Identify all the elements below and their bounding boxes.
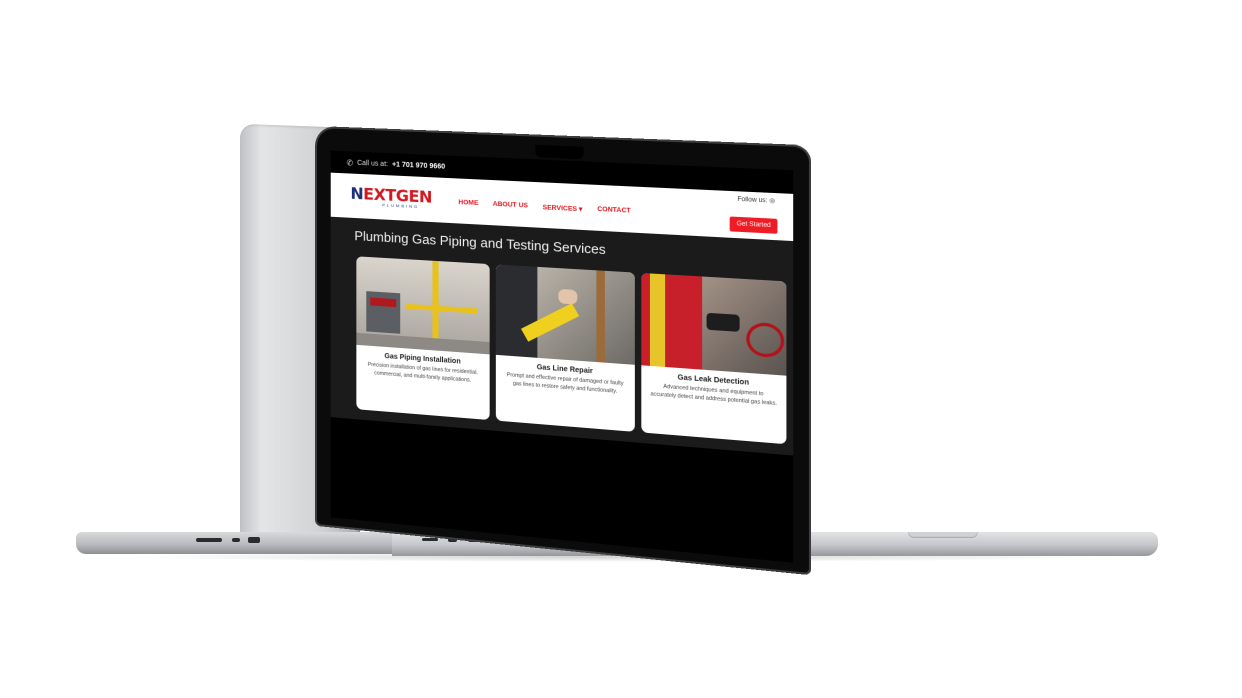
instagram-icon[interactable]: ◎ — [769, 198, 775, 205]
port-icon — [448, 538, 457, 542]
back-laptop-base — [76, 532, 406, 554]
port-icon — [248, 537, 260, 543]
get-started-button[interactable]: Get Started — [729, 216, 778, 234]
laptop-mockup-scene: ✆ Call us at: +1 701 970 9660 NEXTGEN PL… — [0, 0, 1242, 698]
nav-item-contact[interactable]: CONTACT — [597, 206, 630, 216]
follow-us: Follow us: ◎ — [737, 196, 775, 205]
front-laptop-screen: ✆ Call us at: +1 701 970 9660 NEXTGEN PL… — [317, 128, 809, 573]
service-card[interactable]: Gas Piping Installation Precision instal… — [356, 256, 490, 421]
gas-leak-detection-photo — [641, 272, 787, 376]
service-card[interactable]: Gas Line Repair Prompt and effective rep… — [495, 264, 635, 432]
services-hero: Plumbing Gas Piping and Testing Services… — [330, 216, 794, 456]
port-icon — [422, 538, 438, 541]
nav-item-services[interactable]: SERVICES ▾ — [543, 203, 583, 213]
nav-menu: HOME ABOUT US SERVICES ▾ CONTACT — [458, 199, 630, 216]
camera-notch — [535, 144, 584, 160]
phone-icon: ✆ — [346, 157, 354, 168]
website-display: ✆ Call us at: +1 701 970 9660 NEXTGEN PL… — [330, 150, 794, 563]
port-icon — [196, 538, 222, 542]
service-card[interactable]: Gas Leak Detection Advanced techniques a… — [641, 272, 787, 445]
gas-line-repair-photo — [495, 264, 635, 365]
phone-number[interactable]: +1 701 970 9660 — [392, 161, 445, 170]
nav-item-home[interactable]: HOME — [458, 199, 478, 208]
follow-label: Follow us: — [737, 196, 768, 205]
trackpad-notch — [908, 532, 978, 538]
nav-item-about[interactable]: ABOUT US — [493, 201, 528, 211]
brand-logo[interactable]: NEXTGEN PLUMBING — [350, 183, 432, 210]
port-icon — [232, 538, 240, 542]
logo-n: N — [350, 183, 364, 204]
call-label: Call us at: — [357, 159, 389, 168]
gas-piping-photo — [356, 256, 490, 355]
service-cards: Gas Piping Installation Precision instal… — [356, 256, 787, 445]
page-title: Plumbing Gas Piping and Testing Services — [354, 228, 606, 258]
